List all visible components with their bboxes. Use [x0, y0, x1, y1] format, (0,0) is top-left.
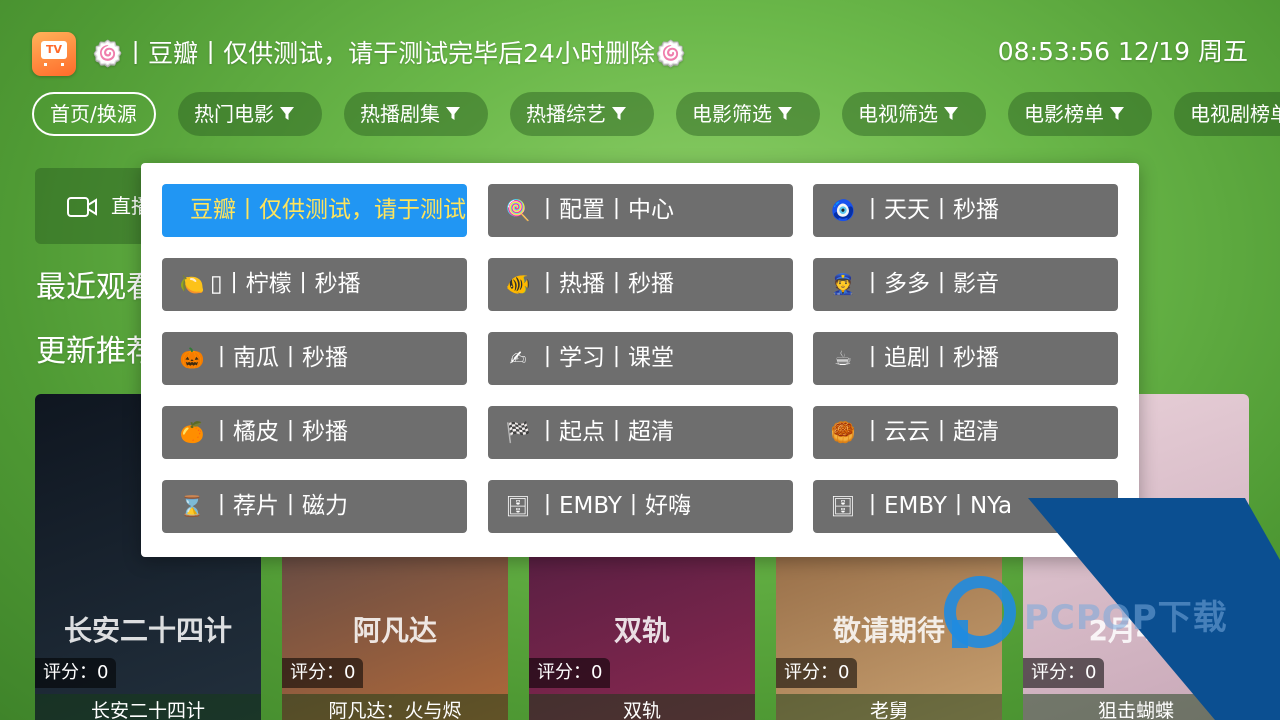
watermark-text: PCPOP下载	[1024, 598, 1228, 638]
